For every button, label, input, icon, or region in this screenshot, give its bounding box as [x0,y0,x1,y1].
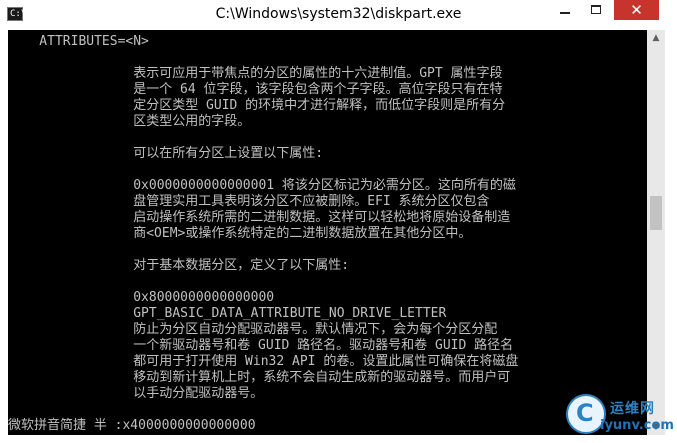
scrollbar-thumb[interactable] [650,196,662,230]
console-line: 0x0000000000000001 将该分区标记为必需分区。这向所有的磁 [8,178,516,193]
console-line: 以手动分配驱动器号。 [8,386,264,401]
console-line: 0x8000000000000000 [8,290,275,305]
window-right-border [665,30,677,443]
close-button[interactable]: ✕ [614,0,659,20]
console-line: 表示可应用于带焦点的分区的属性的十六进制值。GPT 属性字段 [8,66,503,81]
console-line: 定分区类型 GUID 的环境中才进行解释，而低位字段则是所有分 [8,98,506,113]
console-line: 区类型公用的字段。 [8,114,251,129]
console-output[interactable]: ATTRIBUTES=<N> 表示可应用于带焦点的分区的属性的十六进制值。GPT… [8,30,647,435]
scroll-up-arrow-icon[interactable]: ▲ [647,30,665,46]
ime-status-line: 微软拼音简捷 半 :x4000000000000000 [8,418,256,433]
minimize-button[interactable] [550,0,580,20]
console-line: ATTRIBUTES=<N> [8,34,149,49]
console-line: 商<OEM>或操作系统特定的二进制数据放置在其他分区中。 [8,226,472,241]
vertical-scrollbar[interactable]: ▲ ▼ [647,30,665,435]
watermark-brand: 运维网 [610,401,655,417]
minimize-icon [560,12,570,14]
console-line: 启动操作系统所需的二进制数据。这样可以轻松地将原始设备制造 [8,210,511,225]
console-line: 盘管理实用工具表明该分区不应被删除。EFI 系统分区仅包含 [8,194,490,209]
title-bar[interactable]: C:\ C:\Windows\system32\diskpart.exe ✕ [0,0,677,30]
console-line: 都可用于打开使用 Win32 API 的卷。设置此属性可确保在将磁盘 [8,354,519,369]
site-watermark: C 运维网 iyunv.com [566,392,674,440]
close-icon: ✕ [630,1,643,19]
watermark-domain: iyunv.com [600,418,674,433]
console-line: 可以在所有分区上设置以下属性: [8,146,324,161]
console-line: 一个新驱动器号和卷 GUID 路径名。驱动器号和卷 GUID 路径名 [8,338,514,353]
maximize-icon [591,5,601,14]
watermark-logo-letter: C [576,399,594,427]
window-left-border [0,30,8,443]
console-line: 防止为分区自动分配驱动器号。默认情况下，会为每个分区分配 [8,322,498,337]
console-line: 是一个 64 位字段，该字段包含两个子字段。高位字段只有在特 [8,82,503,97]
console-line: GPT_BASIC_DATA_ATTRIBUTE_NO_DRIVE_LETTER [8,306,447,321]
console-line: 移动到新计算机上时，系统不会自动生成新的驱动器号。而用户可 [8,370,511,385]
maximize-button[interactable] [582,0,612,20]
console-line: 对于基本数据分区，定义了以下属性: [8,258,350,273]
console-window: C:\ C:\Windows\system32\diskpart.exe ✕ A… [0,0,677,443]
